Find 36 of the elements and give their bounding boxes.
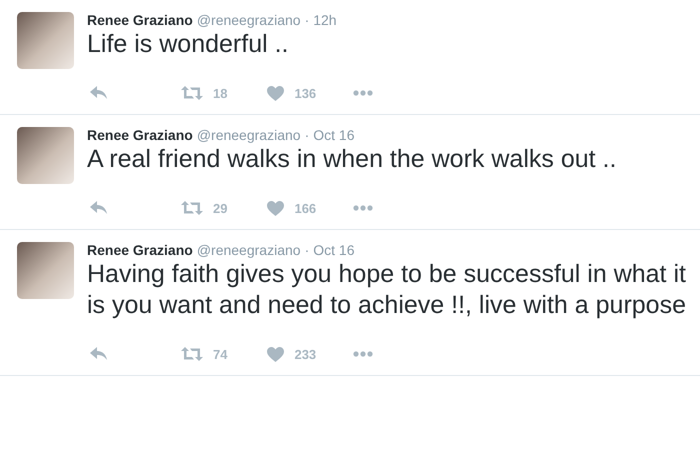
timestamp[interactable]: Oct 16 (313, 127, 354, 143)
like-count: 136 (294, 86, 316, 100)
timestamp[interactable]: 12h (313, 12, 337, 28)
reply-icon[interactable] (90, 86, 108, 100)
like-count: 233 (294, 346, 316, 362)
tweet-text: A real friend walks in when the work walks out .. (87, 144, 618, 175)
heart-icon[interactable] (267, 200, 284, 216)
username[interactable]: @reneegraziano (196, 12, 301, 28)
avatar-photo-placeholder[interactable] (17, 12, 74, 69)
reply-icon[interactable] (90, 201, 108, 215)
more-options-icon[interactable] (353, 90, 374, 96)
timestamp[interactable]: Oct 16 (313, 242, 354, 258)
display-name[interactable]: Renee Graziano (87, 12, 193, 28)
tweet-text: Life is wonderful .. (87, 29, 290, 60)
retweet-icon[interactable] (181, 86, 203, 100)
retweet-count: 29 (213, 200, 228, 216)
separator-dot: · (304, 127, 310, 143)
tweet-text: Having faith gives you hope to be successful in what it is you want and need to achieve !!, live with a purpose (87, 259, 687, 321)
avatar-photo-placeholder[interactable] (17, 242, 74, 299)
retweet-icon[interactable] (181, 201, 203, 215)
retweet-count: 18 (213, 86, 228, 100)
retweet-icon[interactable] (181, 347, 203, 361)
more-options-icon[interactable] (353, 351, 374, 357)
separator-dot: · (304, 242, 310, 258)
heart-icon[interactable] (267, 346, 284, 362)
avatar-photo-placeholder[interactable] (17, 127, 74, 184)
retweet-count: 74 (213, 346, 228, 362)
more-options-icon[interactable] (353, 205, 374, 211)
display-name[interactable]: Renee Graziano (87, 127, 193, 143)
username[interactable]: @reneegraziano (196, 242, 301, 258)
username[interactable]: @reneegraziano (196, 127, 301, 143)
reply-icon[interactable] (90, 347, 108, 361)
like-count: 166 (294, 200, 316, 216)
heart-icon[interactable] (267, 86, 284, 100)
separator-dot: · (304, 12, 310, 28)
display-name[interactable]: Renee Graziano (87, 242, 193, 258)
